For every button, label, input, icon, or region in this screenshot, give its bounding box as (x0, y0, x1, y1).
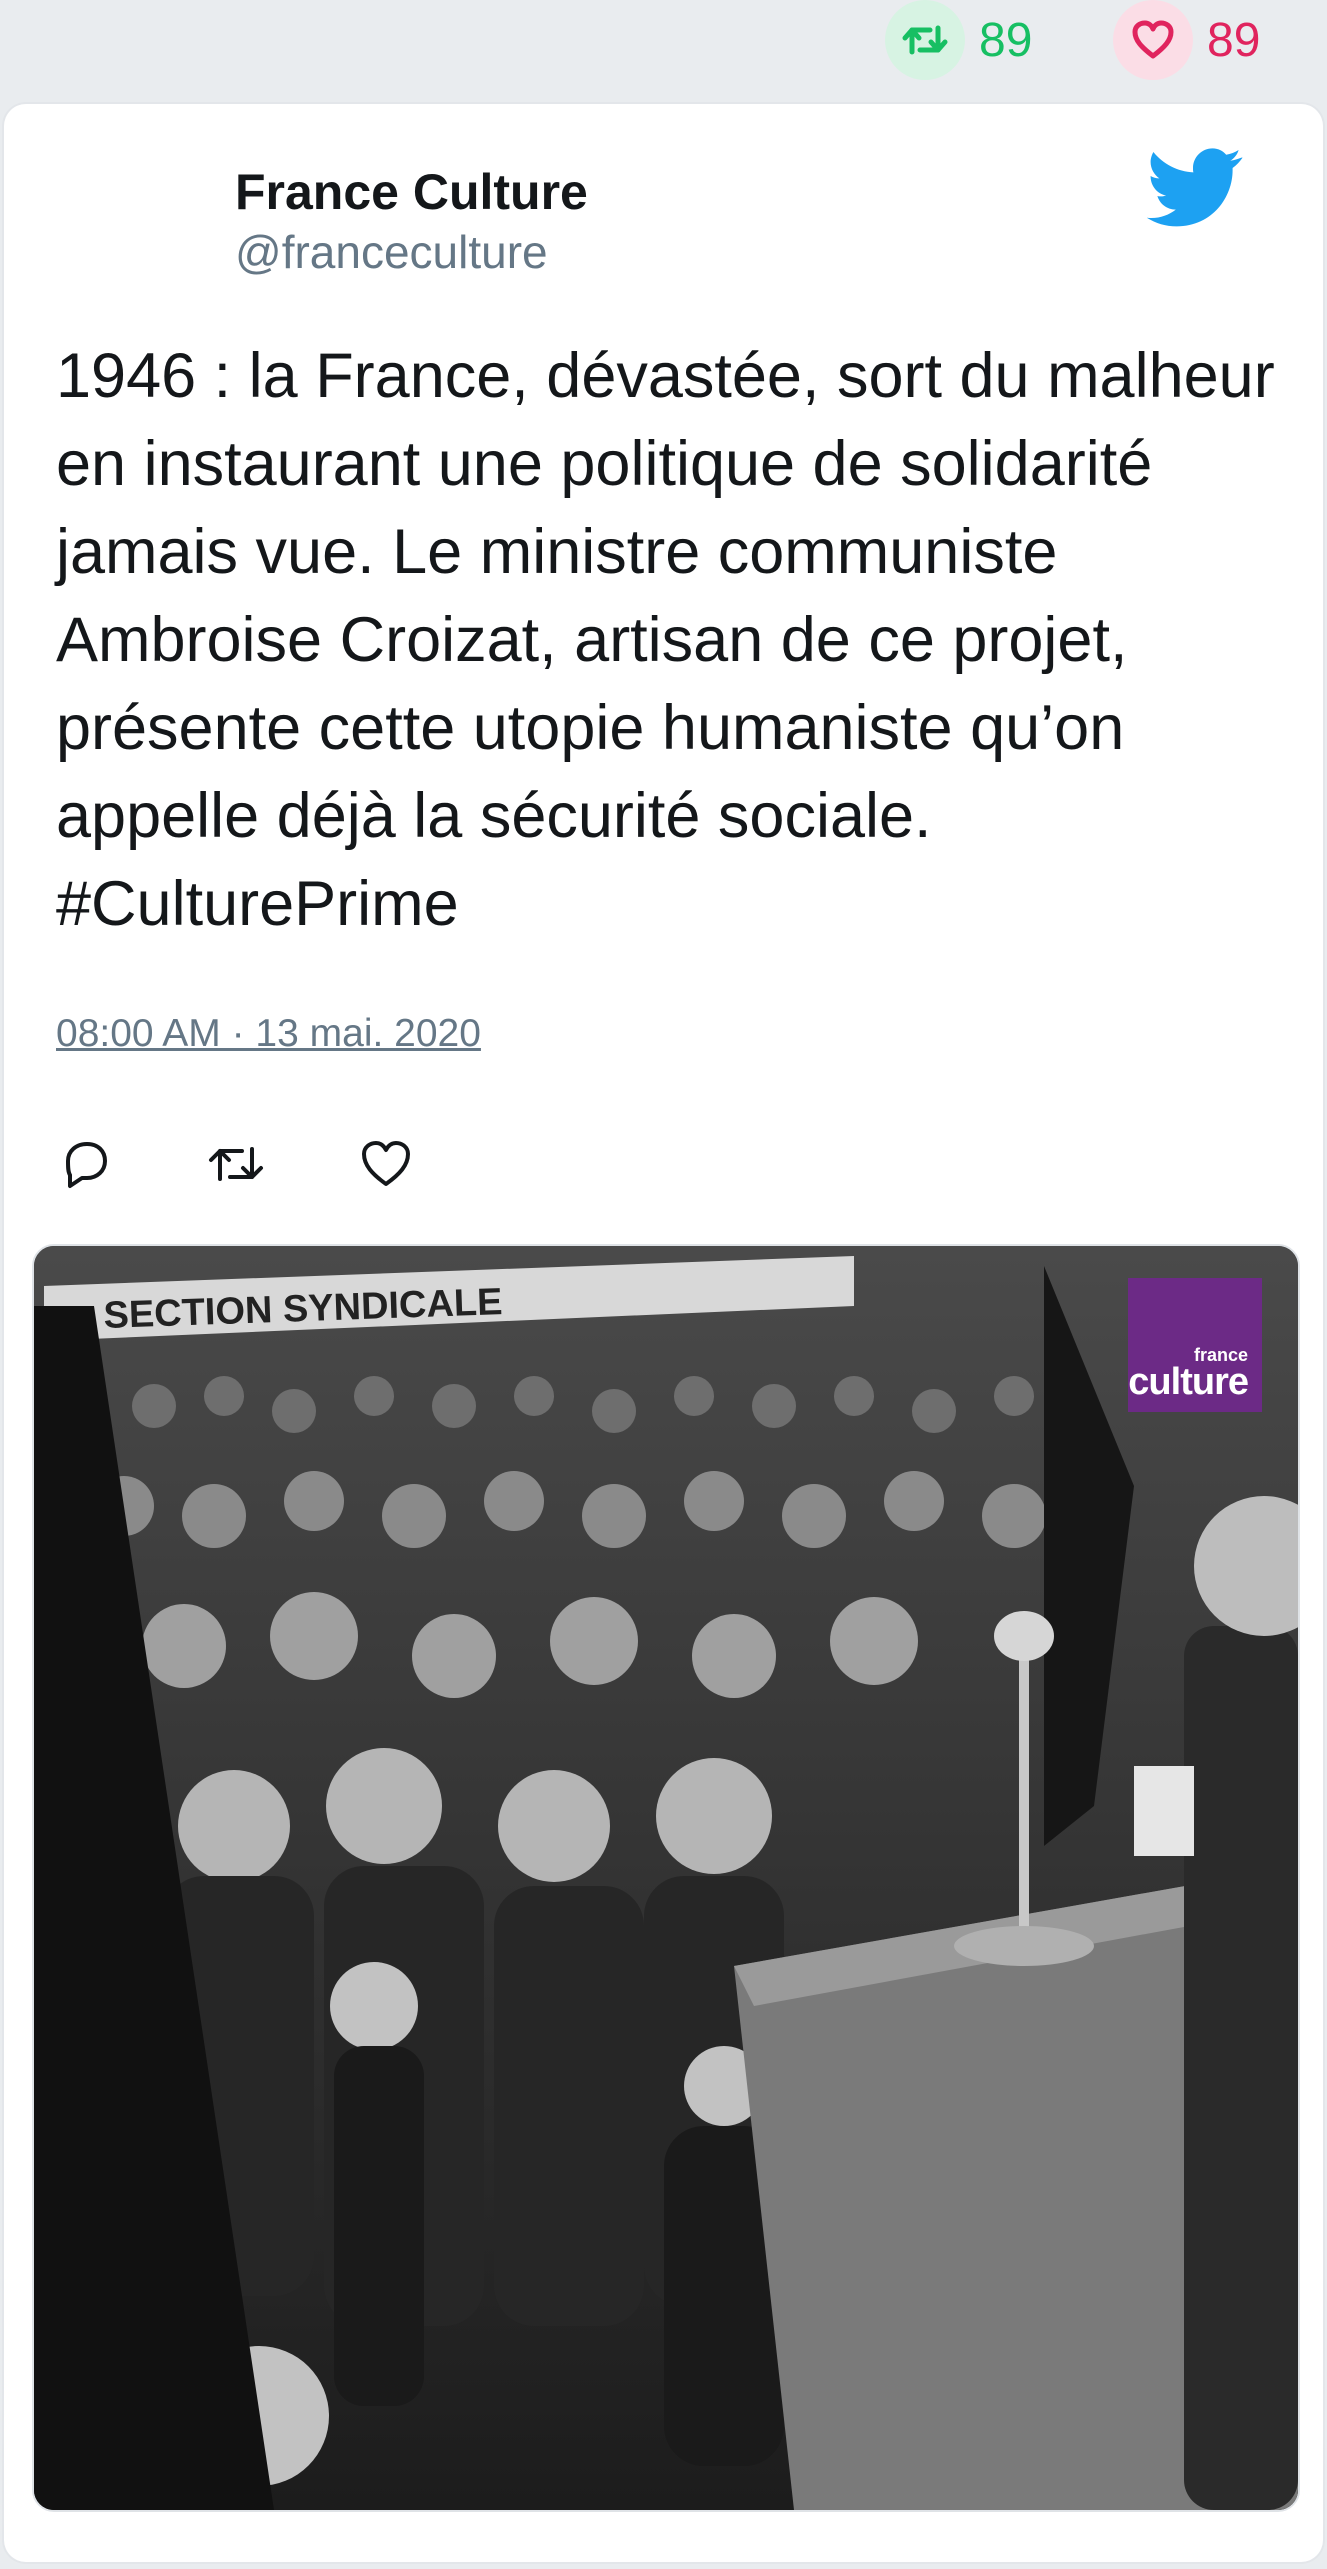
retweet-icon[interactable] (206, 1134, 266, 1194)
reply-icon[interactable] (56, 1134, 116, 1194)
retweet-stat[interactable]: 89 (885, 0, 1032, 80)
tweet-author[interactable]: France Culture @franceculture (235, 162, 588, 280)
tweet-photo[interactable]: SECTION SYNDICALE france culture (32, 1244, 1300, 2512)
like-count: 89 (1207, 13, 1261, 67)
tweet-text: 1946 : la France, dévastée, sort du malh… (56, 341, 1275, 939)
author-handle[interactable]: @franceculture (235, 224, 588, 280)
tweet-actions (56, 1134, 506, 1194)
retweet-count: 89 (979, 13, 1033, 67)
engagement-bar: 89 89 (0, 0, 1327, 100)
like-stat[interactable]: 89 (1113, 0, 1260, 80)
logo-text-big: culture (1128, 1361, 1249, 1403)
retweet-stat-icon (885, 0, 965, 80)
like-stat-icon (1113, 0, 1193, 80)
heart-icon[interactable] (356, 1134, 416, 1194)
crowd-photo-illustration: SECTION SYNDICALE (34, 1246, 1298, 2510)
tweet-card[interactable]: France Culture @franceculture 1946 : la … (4, 104, 1323, 2562)
author-name[interactable]: France Culture (235, 162, 588, 222)
france-culture-logo: france culture (1128, 1278, 1262, 1412)
twitter-bird-icon[interactable] (1146, 148, 1243, 228)
tweet-timestamp[interactable]: 08:00 AM · 13 mai. 2020 (56, 1012, 481, 1056)
